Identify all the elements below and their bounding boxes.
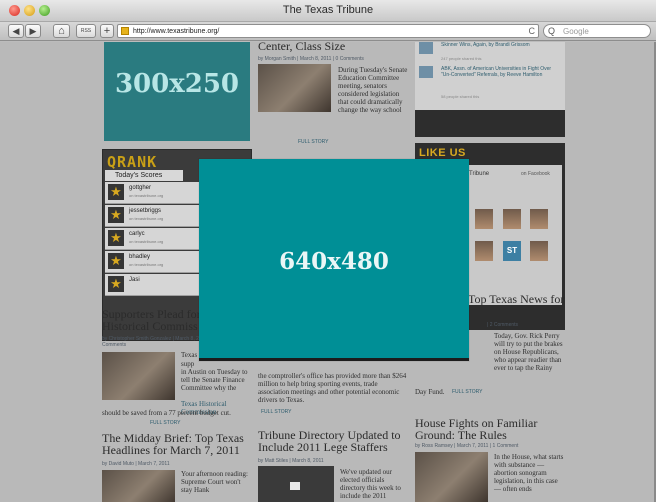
search-placeholder[interactable]: Google (563, 26, 589, 37)
star-icon: ★ (108, 253, 124, 269)
brief-byline: by David Muto | March 7, 2011 (102, 461, 170, 467)
article-right-title[interactable]: Top Texas News for (468, 292, 564, 307)
house-text: In the House, what starts with substance… (494, 453, 564, 493)
search-field[interactable]: Q Google (543, 24, 651, 38)
modal-ad-640x480[interactable]: 640x480 (199, 159, 469, 361)
article-top-text-wrap: During Tuesday's Senate Education Commit… (338, 66, 410, 114)
facebook-action[interactable]: on Facebook (521, 171, 550, 177)
address-url[interactable]: http://www.texastribune.org/ (133, 26, 219, 37)
play-icon (290, 482, 300, 490)
brief-title[interactable]: The Midday Brief: Top Texas Headlines fo… (102, 432, 252, 456)
article-left-text-d: should be saved from a 77 percent budget… (102, 409, 231, 417)
add-bookmark-button[interactable]: + (100, 24, 114, 38)
page-viewport: 300x250 Center, Class Size by Morgan Smi… (0, 42, 656, 502)
fan-avatar[interactable] (475, 241, 493, 261)
qrank-user-name[interactable]: jessetbriggs (129, 208, 161, 214)
ad-300x250[interactable]: 300x250 (104, 42, 250, 141)
article-right-more-link[interactable]: Full Story (452, 389, 482, 395)
search-icon: Q (548, 26, 556, 36)
article-top-photo[interactable] (258, 64, 331, 112)
address-bar[interactable]: http://www.texastribune.org/ C (117, 24, 539, 38)
directory-video-thumb[interactable] (258, 466, 334, 502)
story-thumb[interactable] (419, 42, 433, 54)
qrank-tab-today[interactable]: Today's Scores (105, 170, 183, 181)
fan-avatar[interactable] (503, 209, 521, 229)
forward-button[interactable]: ▶ (25, 24, 41, 38)
qrank-user-name[interactable]: gottgher (129, 185, 151, 191)
article-top-title[interactable]: Center, Class Size (258, 42, 345, 54)
house-title[interactable]: House Fights on Familiar Ground: The Rul… (415, 417, 565, 441)
window-titlebar: The Texas Tribune (0, 0, 656, 22)
shared-count: 247 people shared this (441, 56, 482, 61)
article-top-byline: by Morgan Smith | March 8, 2011 | 0 Comm… (258, 56, 364, 62)
window-title: The Texas Tribune (282, 4, 374, 16)
star-icon: ★ (108, 230, 124, 246)
facebook-fans-panel (467, 165, 562, 305)
house-photo[interactable] (415, 452, 488, 502)
article-top-text: During Tuesday's Senate Education Commit… (338, 66, 408, 114)
article-right-text-tail: Day Fund. (415, 388, 445, 396)
house-byline: by Ross Ramsey | March 7, 2011 | 1 Comme… (415, 443, 519, 449)
browser-toolbar: ◀ ▶ ⌂ RSS + http://www.texastribune.org/… (0, 22, 656, 41)
qrank-user-sub: on texastribune.org (129, 193, 164, 198)
shared-count: 58 people shared this (441, 94, 480, 99)
fan-avatar[interactable] (530, 209, 548, 229)
article-mid-text: the comptroller's office has provided mo… (258, 372, 407, 404)
brief-photo[interactable] (102, 470, 175, 502)
qrank-user-name[interactable]: Jasi (129, 277, 140, 283)
article-right-text: Today, Gov. Rick Perry will try to put t… (494, 332, 563, 372)
brief-text: Your afternoon reading: Supreme Court wo… (181, 470, 248, 494)
fan-avatar[interactable]: ST (503, 241, 521, 261)
shared-story-link[interactable]: ABK, Assn. of American Universities in F… (441, 66, 561, 78)
qrank-user-sub: on texastribune.org (129, 239, 164, 244)
back-button[interactable]: ◀ (8, 24, 24, 38)
directory-title[interactable]: Tribune Directory Updated to Include 201… (258, 429, 410, 453)
panel-footer-bar (415, 110, 565, 137)
star-icon: ★ (108, 184, 124, 200)
article-left-more-link[interactable]: Full Story (150, 420, 180, 426)
home-button[interactable]: ⌂ (53, 24, 70, 38)
site-favicon-icon (121, 27, 129, 35)
article-left-text-c: in Austin on Tuesday to tell the Senate … (181, 368, 248, 392)
qrank-logo[interactable]: QRANK (107, 153, 157, 171)
qrank-user-sub: on texastribune.org (129, 216, 164, 221)
fan-avatar[interactable] (530, 241, 548, 261)
qrank-user-sub: on texastribune.org (129, 262, 164, 267)
star-icon: ★ (108, 276, 124, 292)
directory-text: We've updated our elected officials dire… (340, 468, 401, 500)
article-top-more-link[interactable]: Full Story (298, 139, 328, 145)
star-icon: ★ (108, 207, 124, 223)
story-thumb[interactable] (419, 66, 433, 78)
article-left-photo[interactable] (102, 352, 175, 400)
directory-byline: by Matt Stiles | March 8, 2011 (258, 458, 324, 464)
article-right-byline: | 2 Comments (487, 322, 519, 328)
likeus-label: LIKE US (419, 147, 466, 159)
qrank-user-name[interactable]: carlyc (129, 231, 145, 237)
shared-story-link[interactable]: Skinner Wins, Again, by Brandi Grissom (441, 42, 561, 48)
article-mid-more-link[interactable]: Full Story (261, 409, 291, 415)
facebook-page-name[interactable]: Tribune (469, 171, 489, 177)
reload-icon[interactable]: C (529, 25, 536, 37)
article-left-text-a: Texas (181, 351, 198, 359)
article-top-text-cont (258, 114, 408, 150)
fan-avatar[interactable] (475, 209, 493, 229)
article-left-text-b: supp (181, 360, 195, 368)
qrank-user-name[interactable]: bhadley (129, 254, 150, 260)
rss-button[interactable]: RSS (76, 24, 96, 38)
